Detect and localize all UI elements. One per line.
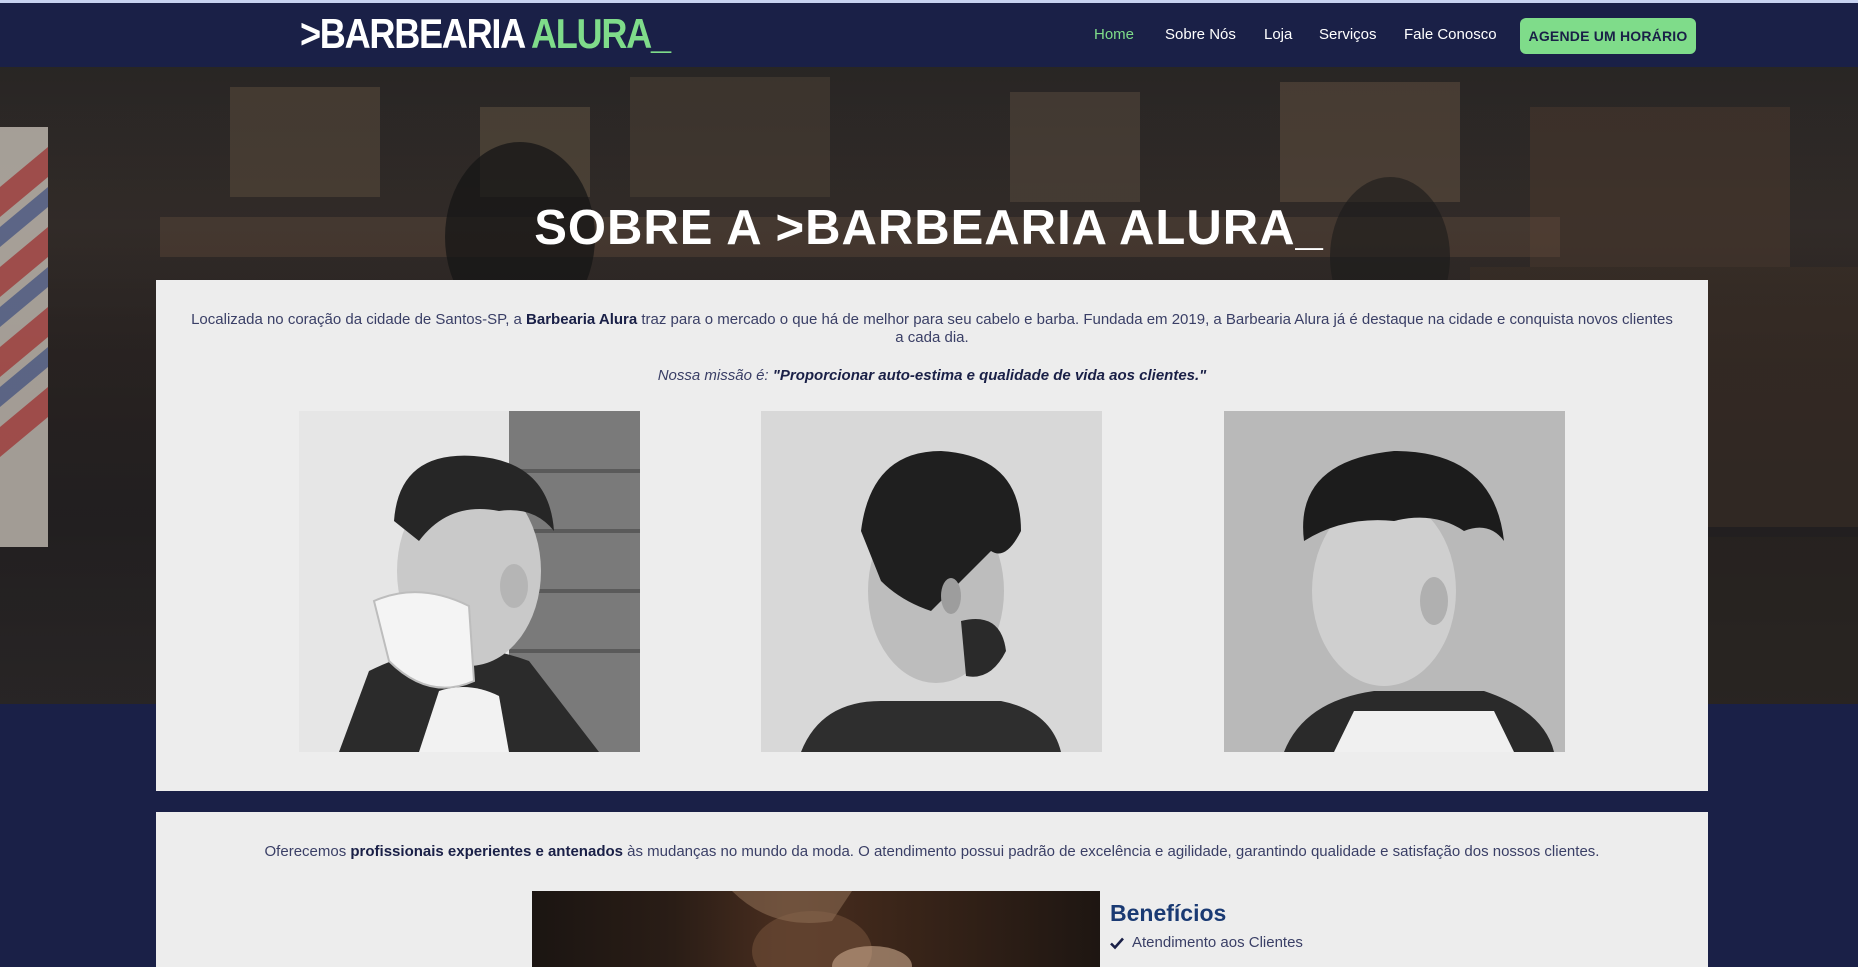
- benefit-item: Atendimento aos Clientes: [1110, 934, 1303, 951]
- offer-highlight: profissionais experientes e antenados: [350, 843, 623, 860]
- schedule-button[interactable]: AGENDE UM HORÁRIO: [1520, 18, 1696, 54]
- mission-statement: Nossa missão é: "Proporcionar auto-estim…: [156, 367, 1708, 384]
- check-icon: [1110, 937, 1124, 949]
- mission-label: Nossa missão é:: [657, 367, 773, 384]
- mission-text: "Proporcionar auto-estima e qualidade de…: [772, 367, 1207, 384]
- page-title: SOBRE A >BARBEARIA ALURA_: [534, 201, 1324, 255]
- nav-servicos[interactable]: Serviços: [1319, 26, 1377, 43]
- logo-part-2: ALURA_: [530, 10, 671, 57]
- nav-sobre-nos[interactable]: Sobre Nós: [1165, 26, 1236, 43]
- intro-text-start: Localizada no coração da cidade de Santo…: [191, 311, 527, 328]
- benefit-label: Atendimento aos Clientes: [1132, 934, 1303, 951]
- site-logo[interactable]: >BARBEARIA ALURA_: [300, 10, 671, 58]
- intro-text-end: traz para o mercado o que há de melhor p…: [637, 311, 1673, 346]
- logo-part-1: >BARBEARIA: [300, 10, 525, 57]
- site-header: >BARBEARIA ALURA_ Home Sobre Nós Loja Se…: [0, 3, 1858, 67]
- benefits-title: Benefícios: [1110, 900, 1227, 926]
- nav-loja[interactable]: Loja: [1264, 26, 1292, 43]
- nav-fale-conosco[interactable]: Fale Conosco: [1404, 26, 1497, 43]
- haircut-photo-1: [299, 411, 640, 752]
- offer-text-end: às mudanças no mundo da moda. O atendime…: [622, 843, 1600, 860]
- offer-text-start: Oferecemos: [264, 843, 351, 860]
- about-card: Localizada no coração da cidade de Santo…: [156, 280, 1708, 791]
- about-intro: Localizada no coração da cidade de Santo…: [186, 311, 1678, 347]
- haircut-photo-2: [761, 411, 1102, 752]
- services-intro: Oferecemos profissionais experientes e a…: [156, 843, 1708, 860]
- barber-photo: [532, 891, 1100, 967]
- intro-brand: Barbearia Alura: [526, 311, 638, 328]
- services-card: Oferecemos profissionais experientes e a…: [156, 812, 1708, 967]
- nav-home[interactable]: Home: [1094, 26, 1134, 43]
- haircut-photo-3: [1224, 411, 1565, 752]
